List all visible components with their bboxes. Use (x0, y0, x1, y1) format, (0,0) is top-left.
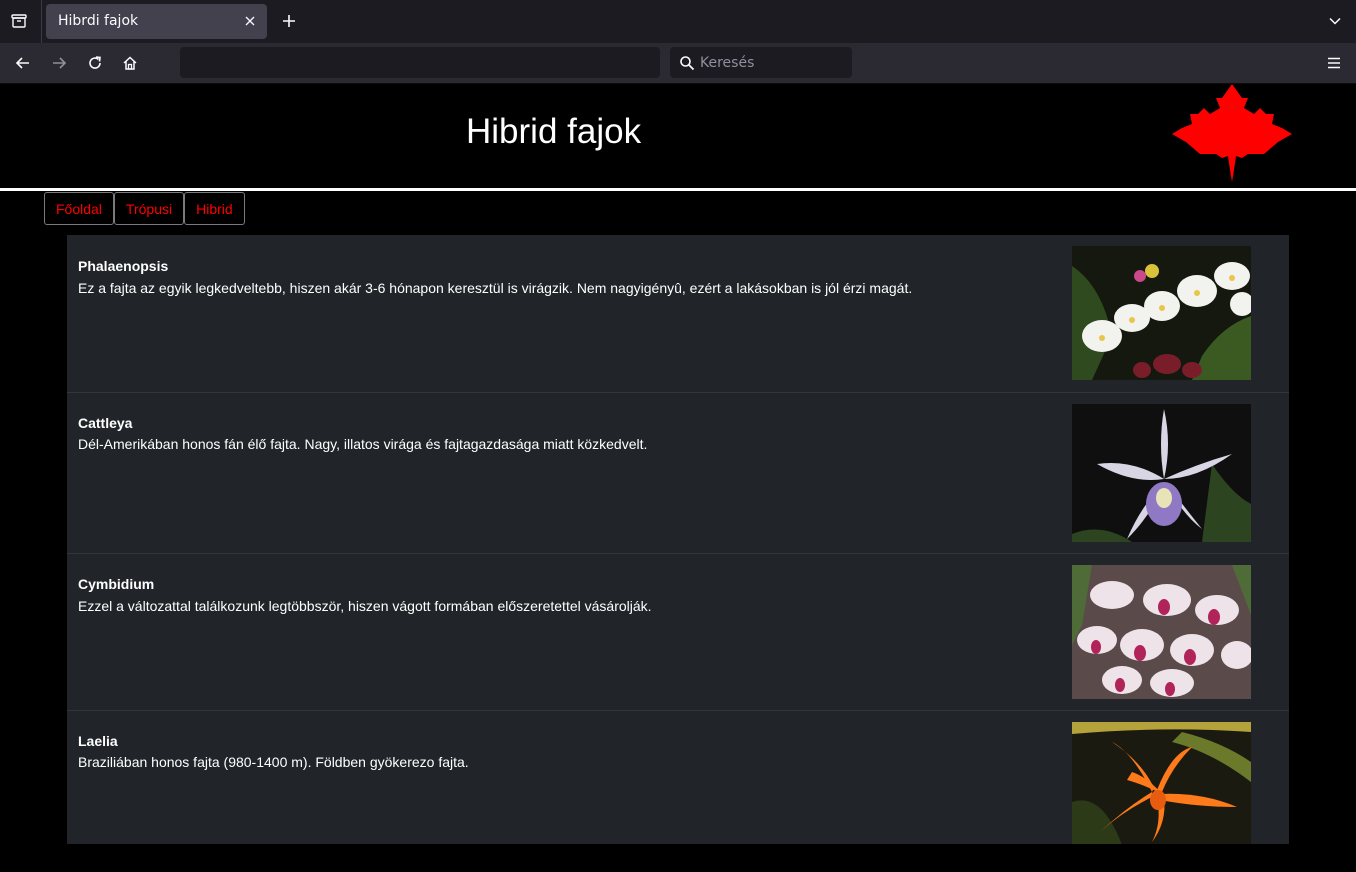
species-row: Cymbidium Ezzel a változattal találkozun… (67, 553, 1289, 710)
nav-link-tropusi[interactable]: Trópusi (113, 192, 185, 225)
species-table: Phalaenopsis Ez a fajta az egyik legkedv… (67, 235, 1289, 844)
search-icon (680, 56, 695, 71)
active-tab[interactable]: Hibrdi fajok (46, 4, 267, 39)
red-leaf-logo-icon (1172, 84, 1292, 182)
tab-separator (41, 0, 42, 43)
species-name: Cymbidium (78, 576, 155, 592)
header-divider (0, 188, 1356, 191)
url-bar[interactable] (180, 47, 660, 78)
species-row: Phalaenopsis Ez a fajta az egyik legkedv… (67, 235, 1289, 392)
web-page: Hibrid fajok Főoldal Trópusi Hibrid Phal… (0, 84, 1356, 872)
new-tab-plus-icon[interactable] (277, 9, 301, 33)
search-bar[interactable] (670, 47, 852, 78)
species-name: Laelia (78, 733, 118, 749)
reload-icon[interactable] (83, 51, 107, 75)
cattleya-photo (1072, 404, 1251, 542)
species-row: Cattleya Dél-Amerikában honos fán élő fa… (67, 392, 1289, 553)
species-description: Ezzel a változattal találkozunk legtöbbs… (78, 598, 652, 614)
tab-list-icon[interactable] (6, 9, 32, 33)
cymbidium-photo (1072, 565, 1251, 699)
page-header: Hibrid fajok (0, 84, 1356, 188)
home-icon[interactable] (118, 51, 142, 75)
hamburger-menu-icon[interactable] (1322, 51, 1346, 75)
tab-title: Hibrdi fajok (58, 13, 139, 29)
tab-close-icon[interactable] (241, 12, 259, 30)
browser-toolbar (0, 43, 1356, 83)
search-input[interactable] (700, 52, 845, 73)
species-name: Cattleya (78, 415, 133, 431)
species-name: Phalaenopsis (78, 258, 169, 274)
species-description: Braziliában honos fajta (980-1400 m). Fö… (78, 754, 469, 770)
species-description: Dél-Amerikában honos fán élő fajta. Nagy… (78, 436, 648, 452)
forward-arrow-icon[interactable] (47, 51, 71, 75)
nav-link-hibrid[interactable]: Hibrid (184, 192, 245, 225)
browser-tab-bar: Hibrdi fajok (0, 0, 1356, 43)
species-row: Laelia Braziliában honos fajta (980-1400… (67, 710, 1289, 844)
species-description: Ez a fajta az egyik legkedveltebb, hisze… (78, 280, 913, 296)
back-arrow-icon[interactable] (11, 51, 35, 75)
nav-link-fooldal[interactable]: Főoldal (44, 192, 114, 225)
laelia-photo (1072, 722, 1251, 844)
main-nav: Főoldal Trópusi Hibrid (44, 192, 245, 225)
chevron-down-icon[interactable] (1324, 10, 1346, 32)
phalaenopsis-photo (1072, 246, 1251, 380)
page-title: Hibrid fajok (466, 112, 642, 151)
